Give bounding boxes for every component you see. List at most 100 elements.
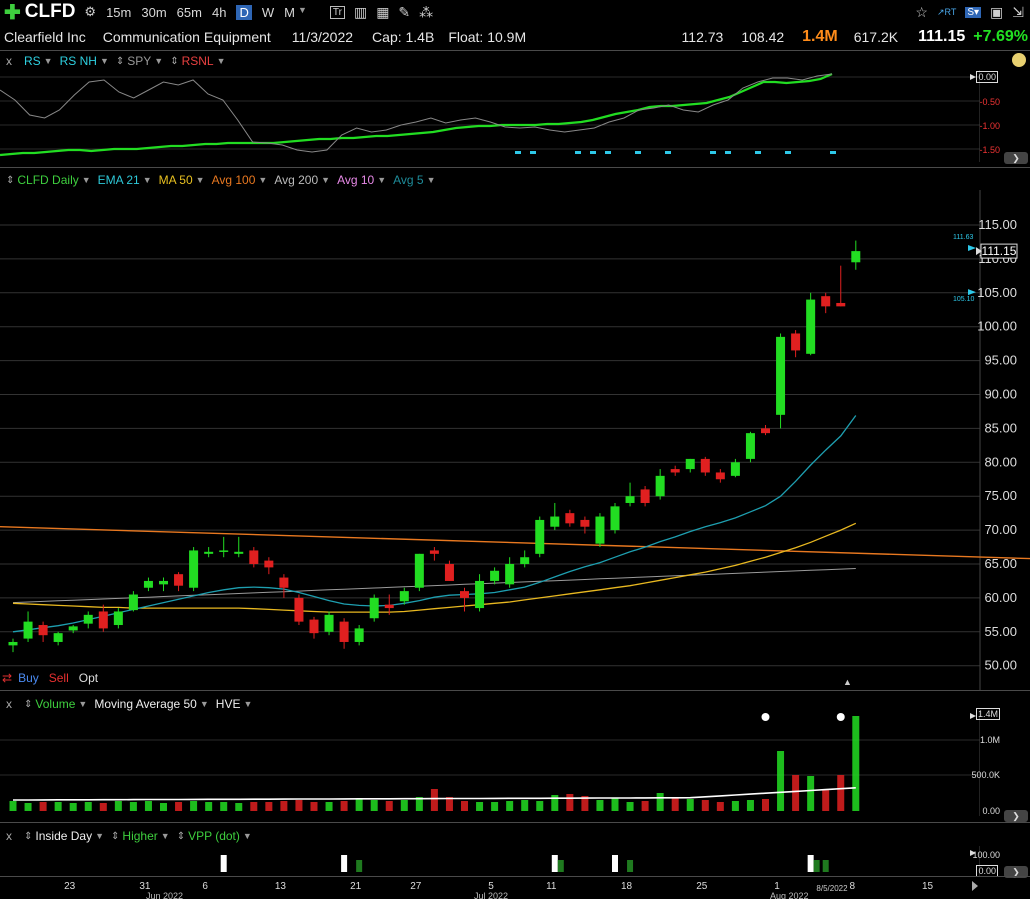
higher-item[interactable]: Higher <box>122 829 157 843</box>
x-tick-label: 6 <box>202 881 208 892</box>
chevron-down-icon[interactable]: ▼ <box>78 699 87 709</box>
legend-avg200[interactable]: Avg 200 <box>274 173 318 187</box>
settings-icon[interactable]: ⚙ <box>84 4 96 20</box>
rsnh-item[interactable]: RS NH <box>60 54 97 68</box>
volume-value: 1.4M <box>802 28 838 45</box>
chevron-down-icon[interactable]: ▼ <box>161 831 170 841</box>
rs-new-high-marker <box>575 151 581 154</box>
volume-bar <box>461 801 468 811</box>
price-axis-label: 60.00 <box>984 590 1017 605</box>
candle-body <box>219 550 229 552</box>
pattern-close-button[interactable]: x <box>6 829 12 843</box>
collapse-button[interactable]: ❯ <box>1004 810 1028 822</box>
trade-icon[interactable]: ⇄ <box>2 671 12 685</box>
candle-body <box>444 564 454 581</box>
sell-button[interactable]: Sell <box>49 671 69 685</box>
volume-bar <box>24 803 32 811</box>
compare-icon[interactable]: ⁂ <box>419 4 433 21</box>
chevron-down-icon[interactable]: ▼ <box>243 831 252 841</box>
interval-65m[interactable]: 65m <box>177 5 202 20</box>
chevron-down-icon[interactable]: ▼ <box>427 175 436 185</box>
rs-axis-0: 0.00 <box>976 71 998 83</box>
interval-30m[interactable]: 30m <box>141 5 166 20</box>
candle-body <box>490 570 500 581</box>
calculator-icon[interactable]: ▦ <box>376 4 389 21</box>
candle-body <box>475 580 485 609</box>
vpp-item[interactable]: VPP (dot) <box>188 829 240 843</box>
price-axis-label: 55.00 <box>984 624 1017 639</box>
x-month-label: Aug 2022 <box>770 891 809 899</box>
chart-style-icon[interactable]: ▥ <box>354 4 367 21</box>
pencil-icon[interactable]: ✎ <box>398 4 410 21</box>
scroll-up-icon[interactable]: ▲ <box>843 677 852 687</box>
price-axis-label: 75.00 <box>984 488 1017 503</box>
rs-close-button[interactable]: x <box>6 54 12 68</box>
chevron-down-icon[interactable]: ▼ <box>100 56 109 66</box>
volume-bar <box>340 801 348 811</box>
chevron-down-icon[interactable]: ▼ <box>200 699 209 709</box>
candle-body <box>625 496 635 503</box>
inside-day-bar <box>220 855 227 872</box>
chevron-down-icon[interactable]: ▼ <box>143 175 152 185</box>
industry-name[interactable]: Communication Equipment <box>103 29 271 45</box>
interval-4h[interactable]: 4h <box>212 5 226 20</box>
text-tool-icon[interactable]: Tr <box>329 5 345 19</box>
interval-m[interactable]: M <box>284 5 295 20</box>
interval-d[interactable]: D <box>236 4 252 20</box>
chevron-down-icon[interactable]: ▼ <box>243 699 252 709</box>
symbol-label[interactable]: CLFD <box>25 1 76 23</box>
volume-bar <box>235 803 243 811</box>
legend-avg5[interactable]: Avg 5 <box>393 173 423 187</box>
legend-daily[interactable]: CLFD Daily <box>17 173 78 187</box>
chevron-down-icon[interactable]: ▼ <box>196 175 205 185</box>
volume-bar <box>355 799 363 811</box>
volume-close-button[interactable]: x <box>6 697 12 711</box>
share-icon[interactable]: S▾ <box>965 6 982 18</box>
chevron-down-icon[interactable]: ▼ <box>154 56 163 66</box>
chevron-down-icon[interactable]: ▼ <box>44 56 53 66</box>
star-icon[interactable]: ☆ <box>915 4 928 21</box>
chevron-down-icon[interactable]: ▼ <box>217 56 226 66</box>
rs-item[interactable]: RS <box>24 54 41 68</box>
interval-15m[interactable]: 15m <box>106 5 131 20</box>
export-icon[interactable]: ⇲ <box>1012 4 1024 21</box>
volume-bar <box>69 803 77 811</box>
x-tick-label: 18 <box>621 881 633 892</box>
chevron-down-icon[interactable]: ▼ <box>377 175 386 185</box>
chevron-down-icon[interactable]: ▼ <box>258 175 267 185</box>
realtime-icon[interactable]: ↗RT <box>937 7 956 18</box>
spy-item[interactable]: SPY <box>127 54 151 68</box>
collapse-button[interactable]: ❯ <box>1004 152 1028 164</box>
interval-w[interactable]: W <box>262 5 274 20</box>
legend-avg100[interactable]: Avg 100 <box>212 173 256 187</box>
avg100-line <box>0 526 1030 560</box>
chevron-down-icon[interactable]: ▼ <box>321 175 330 185</box>
palette-icon[interactable] <box>1012 53 1026 67</box>
ma50-volume-item[interactable]: Moving Average 50 <box>94 697 197 711</box>
inside-day-bar <box>807 855 814 872</box>
sort-icon: ⇕ <box>111 830 120 842</box>
rsnl-item[interactable]: RSNL <box>182 54 214 68</box>
save-icon[interactable]: ▣ <box>990 4 1003 21</box>
candle-body <box>655 475 665 497</box>
chevron-down-icon[interactable]: ▼ <box>298 5 307 20</box>
volume-bar <box>280 801 288 811</box>
chevron-down-icon[interactable]: ▼ <box>82 175 91 185</box>
legend-avg10[interactable]: Avg 10 <box>337 173 374 187</box>
candle-body <box>791 333 801 351</box>
hve-dot <box>761 713 770 721</box>
options-button[interactable]: Opt <box>79 671 98 685</box>
volume-item[interactable]: Volume <box>35 697 75 711</box>
add-symbol-icon[interactable]: ✚ <box>4 0 21 25</box>
rs-indicator-bar: x RS ▼ RS NH ▼ ⇕ SPY ▼ ⇕ RSNL ▼ <box>0 51 233 71</box>
volume-bar <box>746 800 754 811</box>
hve-item[interactable]: HVE <box>216 697 241 711</box>
legend-ma50[interactable]: MA 50 <box>159 173 193 187</box>
legend-ema21[interactable]: EMA 21 <box>98 173 140 187</box>
inside-day-item[interactable]: Inside Day <box>35 829 92 843</box>
chevron-down-icon[interactable]: ▼ <box>95 831 104 841</box>
volume-bar <box>701 800 709 811</box>
x-tick-label: 25 <box>696 881 708 892</box>
buy-button[interactable]: Buy <box>18 671 39 685</box>
pattern-axis-0: 100.00 <box>972 850 1000 860</box>
